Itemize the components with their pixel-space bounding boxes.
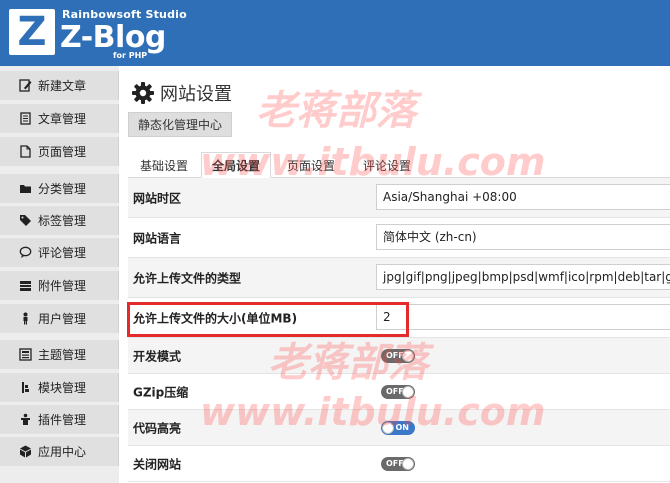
plugin-icon xyxy=(19,413,32,426)
setting-row-dev-mode: 开发模式 OFF xyxy=(128,338,670,374)
tab-global-settings[interactable]: 全局设置 xyxy=(201,152,271,178)
toggle-knob xyxy=(402,457,414,470)
sidebar-item-theme-manage[interactable]: 主题管理 xyxy=(0,340,119,369)
sidebar-item-label: 新建文章 xyxy=(38,79,87,93)
sidebar-item-module-manage[interactable]: 模块管理 xyxy=(0,373,119,402)
sidebar-item-attachment-manage[interactable]: 附件管理 xyxy=(0,271,119,300)
sidebar-item-label: 分类管理 xyxy=(38,182,87,196)
user-icon xyxy=(19,312,32,325)
setting-label: 开发模式 xyxy=(133,349,182,363)
dev-mode-toggle[interactable]: OFF xyxy=(381,348,415,363)
setting-label: GZip压缩 xyxy=(133,385,189,399)
sidebar-item-comment-manage[interactable]: 评论管理 xyxy=(0,238,119,267)
setting-row-code-highlight: 代码高亮 ON xyxy=(128,410,670,446)
page-icon xyxy=(19,145,32,158)
timezone-select[interactable]: Asia/Shanghai +08:00 xyxy=(376,184,670,210)
sidebar: 新建文章 文章管理 页面管理 分类管理 标签管理 评论管理 附件管理 用户管理 … xyxy=(0,66,119,483)
sidebar-item-label: 模块管理 xyxy=(38,381,87,395)
toggle-state: ON xyxy=(395,422,410,432)
sidebar-item-article-manage[interactable]: 文章管理 xyxy=(0,104,119,133)
brand-name: Z-Blog xyxy=(60,20,166,55)
sidebar-item-label: 应用中心 xyxy=(38,445,87,459)
tab-basic-settings[interactable]: 基础设置 xyxy=(128,152,200,178)
tab-page-settings[interactable]: 页面设置 xyxy=(276,152,346,178)
sidebar-item-label: 附件管理 xyxy=(38,279,87,293)
upload-size-input[interactable]: 2 xyxy=(376,304,670,330)
sidebar-item-tag-manage[interactable]: 标签管理 xyxy=(0,206,119,235)
setting-row-upload-types: 允许上传文件的类型 jpg|gif|png|jpeg|bmp|psd|wmf|i… xyxy=(128,258,670,298)
language-select[interactable]: 简体中文 (zh-cn) xyxy=(376,224,670,250)
tab-comment-settings[interactable]: 评论设置 xyxy=(352,152,422,178)
sidebar-item-page-manage[interactable]: 页面管理 xyxy=(0,137,119,166)
settings-tabs: 基础设置 全局设置 页面设置 评论设置 xyxy=(128,152,670,178)
tag-icon xyxy=(19,214,32,227)
setting-label: 网站时区 xyxy=(133,191,182,205)
sidebar-item-label: 插件管理 xyxy=(38,413,87,427)
setting-label: 网站语言 xyxy=(133,231,182,245)
close-site-toggle[interactable]: OFF xyxy=(381,456,415,471)
sidebar-item-new-article[interactable]: 新建文章 xyxy=(0,71,119,100)
setting-label: 代码高亮 xyxy=(133,421,182,435)
edit-icon xyxy=(19,79,32,92)
module-icon xyxy=(19,381,32,394)
app-header: Z Rainbowsoft Studio Z-Blog for PHP xyxy=(0,0,670,66)
comment-icon xyxy=(19,246,32,259)
setting-label: 允许上传文件的大小(单位MB) xyxy=(133,311,298,325)
brand-sub: for PHP xyxy=(113,51,148,60)
sidebar-item-label: 评论管理 xyxy=(38,246,87,260)
document-icon xyxy=(19,112,32,125)
gzip-toggle[interactable]: OFF xyxy=(381,384,415,399)
setting-row-timezone: 网站时区 Asia/Shanghai +08:00 xyxy=(128,178,670,218)
toggle-knob xyxy=(382,421,394,434)
folder-icon xyxy=(19,182,32,195)
setting-row-language: 网站语言 简体中文 (zh-cn) xyxy=(128,218,670,258)
main-content: 网站设置 静态化管理中心 基础设置 全局设置 页面设置 评论设置 网站时区 As… xyxy=(119,66,670,483)
sidebar-item-category-manage[interactable]: 分类管理 xyxy=(0,174,119,203)
sidebar-item-user-manage[interactable]: 用户管理 xyxy=(0,304,119,333)
logo-mark: Z xyxy=(17,9,47,55)
sidebar-item-label: 用户管理 xyxy=(38,312,87,326)
zblog-logo[interactable]: Z xyxy=(9,9,55,55)
upload-types-input[interactable]: jpg|gif|png|jpeg|bmp|psd|wmf|ico|rpm|deb… xyxy=(376,264,670,290)
sidebar-item-label: 主题管理 xyxy=(38,348,87,362)
toggle-knob xyxy=(402,349,414,362)
toggle-knob xyxy=(402,385,414,398)
sidebar-item-label: 页面管理 xyxy=(38,145,87,159)
page-title: 网站设置 xyxy=(132,79,232,107)
setting-row-gzip: GZip压缩 OFF xyxy=(128,374,670,410)
page-title-text: 网站设置 xyxy=(160,84,232,105)
static-management-button[interactable]: 静态化管理中心 xyxy=(128,112,232,137)
setting-label: 关闭网站 xyxy=(133,457,182,471)
sidebar-item-app-center[interactable]: 应用中心 xyxy=(0,437,119,466)
setting-label: 允许上传文件的类型 xyxy=(133,271,242,285)
setting-row-close-site: 关闭网站 OFF xyxy=(128,446,670,482)
theme-icon xyxy=(19,348,32,361)
gear-icon xyxy=(132,82,154,104)
app-center-icon xyxy=(19,445,32,458)
attachment-icon xyxy=(19,279,32,292)
sidebar-item-plugin-manage[interactable]: 插件管理 xyxy=(0,405,119,434)
code-highlight-toggle[interactable]: ON xyxy=(381,420,415,435)
setting-row-upload-size: 允许上传文件的大小(单位MB) 2 xyxy=(128,298,670,338)
sidebar-item-label: 文章管理 xyxy=(38,112,87,126)
sidebar-item-label: 标签管理 xyxy=(38,214,87,228)
